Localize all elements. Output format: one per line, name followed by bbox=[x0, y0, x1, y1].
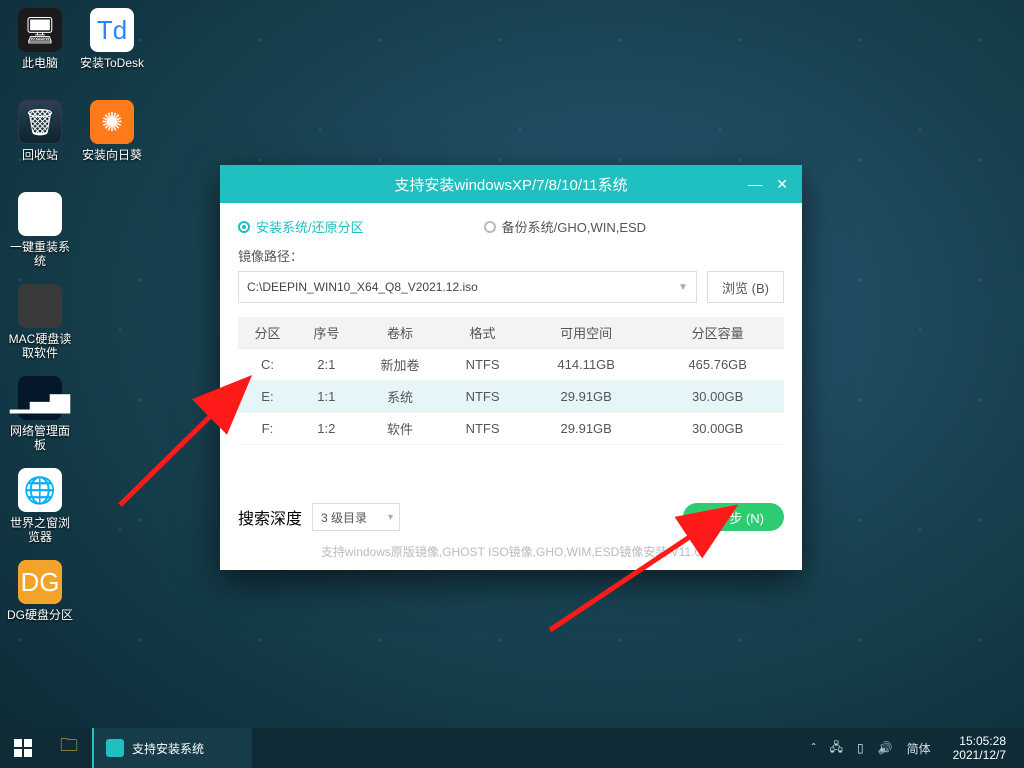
desktop-icon-世界之窗浏览器[interactable]: 🌐世界之窗浏览器 bbox=[5, 468, 75, 548]
desktop-icon-网络管理面板[interactable]: ▁▃▅网络管理面板 bbox=[5, 376, 75, 456]
desktop-icon-安装ToDesk[interactable]: Td安装ToDesk bbox=[77, 8, 147, 88]
g-reinst-icon: ↻ bbox=[18, 192, 62, 236]
column-header: 分区 bbox=[238, 317, 297, 349]
desktop-icon-一键重装系统[interactable]: ↻一键重装系统 bbox=[5, 192, 75, 272]
taskbar-task-installer[interactable]: 支持安装系统 bbox=[92, 728, 252, 768]
title-bar: 支持安装windowsXP/7/8/10/11系统 — ✕ bbox=[220, 165, 802, 203]
desktop-icon-MAC硬盘读取软件[interactable]: MAC硬盘读取软件 bbox=[5, 284, 75, 364]
ime-indicator[interactable]: 简体 bbox=[907, 740, 931, 757]
column-header: 可用空间 bbox=[521, 317, 651, 349]
image-path-combo[interactable]: C:\DEEPIN_WIN10_X64_Q8_V2021.12.iso ▼ bbox=[238, 271, 697, 303]
windows-logo-icon bbox=[14, 739, 32, 757]
search-depth-select[interactable]: 3 级目录 bbox=[312, 503, 400, 531]
search-depth-label: 搜索深度 bbox=[238, 505, 302, 529]
partition-row-C[interactable]: C:2:1新加卷NTFS414.11GB465.76GB bbox=[238, 349, 784, 381]
g-bin-icon: 🗑 bbox=[18, 100, 62, 144]
partition-table: 分区序号卷标格式可用空间分区容量 C:2:1新加卷NTFS414.11GB465… bbox=[238, 317, 784, 445]
column-header: 序号 bbox=[297, 317, 356, 349]
g-sun-icon: ✺ bbox=[90, 100, 134, 144]
system-tray: ˆ 🖧 ▯ 🔊 简体 15:05:28 2021/12/7 bbox=[802, 734, 1024, 762]
column-header: 分区容量 bbox=[651, 317, 784, 349]
image-path-label: 镜像路径： bbox=[238, 246, 784, 265]
folder-icon: 🗀 bbox=[60, 733, 78, 763]
file-explorer-button[interactable]: 🗀 bbox=[46, 728, 92, 768]
volume-icon[interactable]: 🔊 bbox=[878, 741, 893, 755]
tab-install-restore[interactable]: 安装系统/还原分区 bbox=[238, 217, 364, 236]
network-icon[interactable]: 🖧 bbox=[830, 738, 843, 759]
desktop-icon-此电脑[interactable]: 🖥此电脑 bbox=[5, 8, 75, 88]
radio-on-icon bbox=[238, 221, 250, 233]
column-header: 格式 bbox=[444, 317, 521, 349]
g-pc-icon: 🖥 bbox=[18, 8, 62, 52]
tray-chevron-up-icon[interactable]: ˆ bbox=[812, 741, 816, 755]
g-dg-icon: DG bbox=[18, 560, 62, 604]
footer-hint: 支持windows原版镜像,GHOST ISO镜像,GHO,WIM,ESD镜像安… bbox=[238, 543, 784, 560]
g-browser-icon: 🌐 bbox=[18, 468, 62, 512]
desktop-icon-安装向日葵[interactable]: ✺安装向日葵 bbox=[77, 100, 147, 180]
desktop-icon-回收站[interactable]: 🗑回收站 bbox=[5, 100, 75, 180]
column-header: 卷标 bbox=[356, 317, 444, 349]
installer-window: 支持安装windowsXP/7/8/10/11系统 — ✕ 安装系统/还原分区 … bbox=[220, 165, 802, 570]
image-path-value: C:\DEEPIN_WIN10_X64_Q8_V2021.12.iso bbox=[247, 280, 478, 294]
next-button[interactable]: 下一步 (N) bbox=[683, 503, 784, 531]
desktop: 🖥此电脑Td安装ToDesk🗑回收站✺安装向日葵↻一键重装系统 MAC硬盘读取软件… bbox=[0, 0, 1024, 728]
minimize-button[interactable]: — bbox=[748, 176, 762, 192]
desktop-icon-DG硬盘分区[interactable]: DGDG硬盘分区 bbox=[5, 560, 75, 640]
chevron-down-icon: ▼ bbox=[678, 282, 688, 293]
partition-row-F[interactable]: F:1:2软件NTFS29.91GB30.00GB bbox=[238, 413, 784, 445]
window-title: 支持安装windowsXP/7/8/10/11系统 bbox=[394, 174, 627, 195]
partition-row-E[interactable]: E:1:1系统NTFS29.91GB30.00GB bbox=[238, 381, 784, 413]
g-net-icon: ▁▃▅ bbox=[18, 376, 62, 420]
clock[interactable]: 15:05:28 2021/12/7 bbox=[945, 734, 1014, 762]
app-icon bbox=[106, 739, 124, 757]
browse-button[interactable]: 浏览 (B) bbox=[707, 271, 784, 303]
battery-icon[interactable]: ▯ bbox=[857, 741, 864, 755]
radio-off-icon bbox=[484, 221, 496, 233]
taskbar: 🗀 支持安装系统 ˆ 🖧 ▯ 🔊 简体 15:05:28 2021/12/7 bbox=[0, 728, 1024, 768]
start-button[interactable] bbox=[0, 728, 46, 768]
g-mac-icon bbox=[18, 284, 62, 328]
tab-backup[interactable]: 备份系统/GHO,WIN,ESD bbox=[484, 217, 646, 236]
close-button[interactable]: ✕ bbox=[776, 176, 788, 193]
g-todesk-icon: Td bbox=[90, 8, 134, 52]
